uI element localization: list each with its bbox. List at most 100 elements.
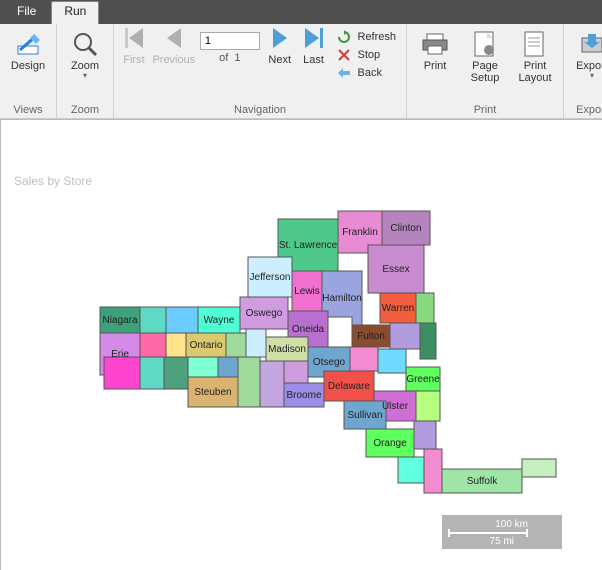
county-unnamed[interactable]: [416, 293, 434, 323]
county-unnamed[interactable]: [140, 333, 166, 357]
scale-mi-label: 75 mi: [448, 536, 514, 547]
design-button[interactable]: Design: [6, 28, 50, 72]
county-suffolk[interactable]: [442, 469, 522, 493]
zoom-group: Zoom ▾ Zoom: [57, 24, 114, 118]
ribbon: Design Views Zoom ▾ Zoom: [0, 24, 602, 119]
county-unnamed[interactable]: [226, 333, 246, 357]
views-group-label: Views: [6, 102, 50, 116]
county-unnamed[interactable]: [260, 361, 284, 407]
export-button[interactable]: Export ▾: [570, 28, 602, 80]
county-madison[interactable]: [266, 337, 308, 361]
county-unnamed[interactable]: [284, 361, 308, 383]
nav-actions: Refresh Stop Back: [333, 28, 400, 80]
county-broome[interactable]: [284, 383, 324, 407]
design-label: Design: [11, 60, 45, 72]
printer-icon: [421, 30, 449, 58]
navigation-group: First Previous of 1 Next Last: [114, 24, 407, 118]
page-number-input[interactable]: [200, 32, 260, 50]
previous-page-button[interactable]: Previous: [154, 28, 194, 66]
last-page-button[interactable]: Last: [300, 28, 328, 66]
print-label: Print: [424, 60, 447, 72]
page-setup-icon: [471, 30, 499, 58]
page-setup-label: PageSetup: [471, 60, 500, 84]
county-unnamed[interactable]: [238, 357, 260, 407]
export-group: Export ▾ Export: [564, 24, 602, 118]
print-button[interactable]: Print: [413, 28, 457, 72]
county-delaware[interactable]: [324, 371, 374, 401]
first-label: First: [123, 54, 144, 66]
county-ontario[interactable]: [186, 333, 226, 357]
county-unnamed[interactable]: [350, 347, 378, 371]
county-unnamed[interactable]: [166, 307, 198, 333]
county-unnamed[interactable]: [140, 357, 164, 389]
county-unnamed[interactable]: [414, 421, 436, 449]
print-layout-button[interactable]: PrintLayout: [513, 28, 557, 84]
county-greene[interactable]: [406, 367, 440, 391]
county-unnamed[interactable]: [398, 457, 424, 483]
print-group-label: Print: [413, 102, 557, 116]
county-unnamed[interactable]: [140, 307, 166, 333]
views-group: Design Views: [0, 24, 57, 118]
county-wayne[interactable]: [198, 307, 240, 333]
county-unnamed[interactable]: [218, 357, 238, 377]
county-orange[interactable]: [366, 429, 414, 457]
back-button[interactable]: Back: [337, 66, 396, 80]
file-tab[interactable]: File: [4, 1, 49, 24]
first-page-button[interactable]: First: [120, 28, 148, 66]
county-unnamed[interactable]: [390, 323, 420, 349]
zoom-group-label: Zoom: [63, 102, 107, 116]
page-setup-button[interactable]: PageSetup: [463, 28, 507, 84]
export-icon: [578, 30, 602, 58]
back-label: Back: [357, 67, 381, 79]
app-window: { "tabs": { "file": "File", "run": "Run"…: [0, 0, 602, 570]
county-unnamed[interactable]: [420, 323, 436, 359]
county-unnamed[interactable]: [246, 329, 266, 357]
run-tab[interactable]: Run: [51, 1, 99, 24]
next-page-button[interactable]: Next: [266, 28, 294, 66]
export-group-label: Export: [570, 102, 602, 116]
scale-km-label: 100 km: [448, 519, 528, 530]
county-fulton[interactable]: [352, 325, 390, 347]
county-unnamed[interactable]: [416, 391, 440, 421]
county-unnamed[interactable]: [378, 349, 406, 373]
print-group: Print PageSetup PrintLayout Print: [407, 24, 564, 118]
ny-state-map[interactable]: ClintonFranklinSt. LawrenceEssexJefferso…: [90, 189, 570, 519]
county-warren[interactable]: [380, 293, 416, 323]
page-of-label: of 1: [219, 52, 240, 64]
report-title: Sales by Store: [14, 174, 92, 188]
county-unnamed[interactable]: [328, 317, 352, 351]
stop-button[interactable]: Stop: [337, 48, 396, 62]
county-unnamed[interactable]: [188, 357, 218, 377]
county-steuben[interactable]: [188, 377, 238, 407]
county-unnamed[interactable]: [522, 459, 556, 477]
chevron-down-icon: ▾: [83, 72, 87, 80]
county-jefferson[interactable]: [248, 257, 292, 297]
page-box: of 1: [200, 28, 260, 64]
county-lewis[interactable]: [292, 271, 322, 311]
tab-bar: File Run: [0, 0, 602, 24]
back-icon: [337, 66, 351, 80]
zoom-button[interactable]: Zoom ▾: [63, 28, 107, 80]
print-layout-label: PrintLayout: [518, 60, 551, 84]
last-label: Last: [303, 54, 324, 66]
magnifier-icon: [71, 30, 99, 58]
print-layout-icon: [521, 30, 549, 58]
county-oswego[interactable]: [240, 297, 288, 329]
county-unnamed[interactable]: [164, 357, 188, 389]
county-essex[interactable]: [368, 245, 424, 293]
report-canvas[interactable]: Sales by Store ClintonFranklinSt. Lawren…: [0, 119, 602, 570]
chevron-down-icon: ▾: [590, 72, 594, 80]
navigation-group-label: Navigation: [120, 102, 400, 116]
county-unnamed[interactable]: [166, 333, 186, 357]
refresh-button[interactable]: Refresh: [337, 30, 396, 44]
county-clinton[interactable]: [382, 211, 430, 245]
county-unnamed[interactable]: [424, 449, 442, 493]
county-sullivan[interactable]: [344, 401, 386, 429]
previous-label: Previous: [152, 54, 195, 66]
stop-icon: [337, 48, 351, 62]
map-scale-bar: 100 km 75 mi: [442, 515, 562, 549]
next-label: Next: [268, 54, 291, 66]
county-unnamed[interactable]: [104, 357, 140, 389]
county-niagara[interactable]: [100, 307, 140, 333]
refresh-icon: [337, 30, 351, 44]
